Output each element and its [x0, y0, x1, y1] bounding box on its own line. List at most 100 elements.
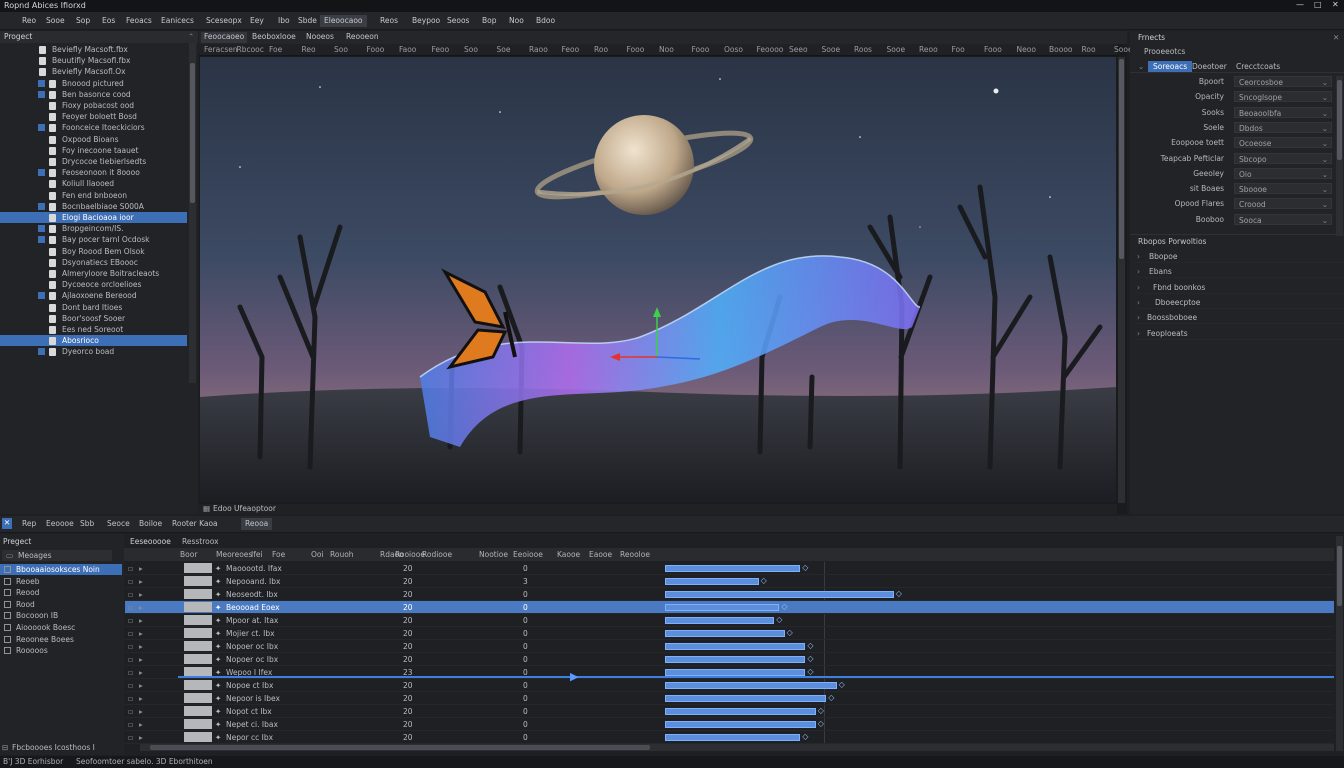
- timeline-row-num[interactable]: 0: [523, 707, 528, 716]
- row-expand-icon[interactable]: ▸: [139, 681, 143, 690]
- timeline-row-num[interactable]: 0: [523, 655, 528, 664]
- close-button[interactable]: ✕: [1332, 0, 1339, 9]
- timeline-clip-bar[interactable]: [665, 734, 801, 741]
- timeline-column-header[interactable]: Reooloe: [620, 550, 650, 559]
- timeline-column-header[interactable]: Foe: [272, 550, 285, 559]
- effects-tab-active[interactable]: Soreoacs: [1148, 61, 1193, 72]
- row-expand-icon[interactable]: ▸: [139, 694, 143, 703]
- timeline-clip-bar[interactable]: [665, 721, 816, 728]
- dropdown-icon[interactable]: ⌄: [1322, 185, 1328, 194]
- property-value-field[interactable]: Ocoeose ⌄: [1234, 137, 1332, 149]
- property-value-field[interactable]: Oio ⌄: [1234, 167, 1332, 179]
- timeline-row-num[interactable]: 0: [523, 681, 528, 690]
- timeline-row-value[interactable]: 20: [403, 564, 413, 573]
- timeline-clip-bar[interactable]: [665, 643, 806, 650]
- chevron-right-icon[interactable]: ›: [1137, 313, 1140, 322]
- tree-item[interactable]: Foy inecoone taauet: [0, 145, 187, 156]
- timeline-row-value[interactable]: 20: [403, 642, 413, 651]
- timeline-row[interactable]: ▫ ▸ ✦ Nepoor is Ibex 20 0 ◇: [125, 692, 1334, 705]
- timeline-row-num[interactable]: 0: [523, 629, 528, 638]
- property-value-field[interactable]: Beoaoolbfa ⌄: [1234, 106, 1332, 118]
- chevron-right-icon[interactable]: ›: [1137, 283, 1140, 292]
- bottom-tab[interactable]: Eeoooe: [42, 518, 78, 530]
- timeline-row-num[interactable]: 0: [523, 694, 528, 703]
- chevron-right-icon[interactable]: ›: [1137, 298, 1140, 307]
- keyframe-icon[interactable]: ◇: [802, 563, 808, 572]
- row-lock-icon[interactable]: ▫: [128, 707, 133, 716]
- bottom-tab-active[interactable]: Reooa: [241, 518, 273, 530]
- dropdown-icon[interactable]: ⌄: [1322, 93, 1328, 102]
- timeline-clip-bar[interactable]: [665, 682, 837, 689]
- effects-close-icon[interactable]: ✕: [1333, 33, 1339, 42]
- layer-item[interactable]: Aioooook Boesc: [0, 622, 122, 633]
- bottom-tab[interactable]: Sbb: [76, 518, 98, 530]
- menu-item[interactable]: Bdoo: [532, 15, 559, 27]
- viewport-tab[interactable]: Beoboxlooe: [249, 32, 299, 43]
- timeline-column-header[interactable]: Rouoh: [330, 550, 354, 559]
- menu-item[interactable]: Sbde: [294, 15, 321, 27]
- tree-item[interactable]: Ben basonce cood: [0, 89, 187, 100]
- row-expand-icon[interactable]: ▸: [139, 590, 143, 599]
- row-expand-icon[interactable]: ▸: [139, 616, 143, 625]
- timeline-column-header[interactable]: Nootioe: [479, 550, 508, 559]
- dropdown-icon[interactable]: ⌄: [1322, 170, 1328, 179]
- timeline-row-selected[interactable]: ▫ ▸ ✦ Beoooad Eoex 20 0 ◇: [125, 601, 1334, 614]
- keyframe-icon[interactable]: ◇: [787, 628, 793, 637]
- menu-item-active[interactable]: Eleoocaoo: [320, 15, 367, 27]
- effects-section[interactable]: › Boossboboee: [1133, 311, 1344, 324]
- layer-item[interactable]: Reoeb: [0, 576, 122, 587]
- checkbox-icon[interactable]: [38, 225, 45, 233]
- timeline-column-header[interactable]: Eaooe: [589, 550, 612, 559]
- dropdown-icon[interactable]: ⌄: [1322, 139, 1328, 148]
- tree-item[interactable]: Feoyer boloett Bosd: [0, 111, 187, 122]
- checkbox-icon[interactable]: [38, 292, 45, 300]
- tree-item[interactable]: Ees ned Soreoot: [0, 324, 187, 335]
- layer-item[interactable]: Rooooos: [0, 645, 122, 656]
- scrollbar-thumb[interactable]: [1337, 80, 1342, 160]
- timeline-row-num[interactable]: 0: [523, 733, 528, 742]
- menu-item[interactable]: Feoacs: [122, 15, 156, 27]
- timeline-row[interactable]: ▫ ▸ ✦ Nopot ct Ibx 20 0 ◇: [125, 705, 1334, 718]
- row-lock-icon[interactable]: ▫: [128, 642, 133, 651]
- tree-item[interactable]: Ajlaoxoene Bereood: [0, 290, 187, 301]
- timeline-row-value[interactable]: 20: [403, 629, 413, 638]
- row-lock-icon[interactable]: ▫: [128, 577, 133, 586]
- layer-item[interactable]: Bocooon IB: [0, 610, 122, 621]
- keyframe-icon[interactable]: ◇: [807, 641, 813, 650]
- keyframe-icon[interactable]: ◇: [807, 654, 813, 663]
- row-expand-icon[interactable]: ▸: [139, 655, 143, 664]
- keyframe-icon[interactable]: ◇: [807, 667, 813, 676]
- effects-section[interactable]: › Ebans: [1133, 265, 1344, 278]
- effects-section[interactable]: › Feoploeats: [1133, 327, 1344, 340]
- tree-item[interactable]: Dsyonatiecs EBoooc: [0, 257, 187, 268]
- menu-item[interactable]: Sceseopx: [202, 15, 246, 27]
- tree-item[interactable]: Feoseonoon it 8oooo: [0, 167, 187, 178]
- menu-item[interactable]: Ibo: [274, 15, 294, 27]
- dropdown-icon[interactable]: ⌄: [1322, 124, 1328, 133]
- effects-scrollbar[interactable]: [1336, 76, 1343, 236]
- timeline-clip-bar[interactable]: [665, 656, 806, 663]
- tree-item[interactable]: Dyeorco boad: [0, 346, 187, 357]
- timeline-clip-bar[interactable]: [665, 630, 785, 637]
- chevron-right-icon[interactable]: ›: [1137, 252, 1140, 261]
- layers-footer-icon[interactable]: ⊟: [2, 743, 8, 752]
- timeline-hscroll[interactable]: [140, 744, 1334, 751]
- row-lock-icon[interactable]: ▫: [128, 733, 133, 742]
- effects-tab[interactable]: Crecctcoats: [1236, 62, 1280, 71]
- row-lock-icon[interactable]: ▫: [128, 590, 133, 599]
- layer-item[interactable]: Reoonee Boees: [0, 634, 122, 645]
- property-value-field[interactable]: Sboooe ⌄: [1234, 183, 1332, 195]
- timeline-clip-bar[interactable]: [665, 565, 801, 572]
- row-expand-icon[interactable]: ▸: [139, 629, 143, 638]
- timeline-column-header[interactable]: Eeoiooe: [513, 550, 543, 559]
- viewport-tab[interactable]: Nooeos: [303, 32, 337, 43]
- timeline-clip-bar[interactable]: [665, 617, 775, 624]
- timeline-row-value[interactable]: 20: [403, 720, 413, 729]
- tree-item-selected[interactable]: Abosrioco: [0, 335, 187, 347]
- timeline-row-value[interactable]: 20: [403, 616, 413, 625]
- tree-item[interactable]: Beuutifly Macsofl.fbx: [0, 55, 187, 66]
- tree-item[interactable]: Fioxy pobacost ood: [0, 100, 187, 111]
- timeline-column-header[interactable]: Boor: [180, 550, 197, 559]
- timeline-scrollbar[interactable]: [1336, 536, 1343, 751]
- timeline-row[interactable]: ▫ ▸ ✦ Mpoor at. Itax 20 0 ◇: [125, 614, 1334, 627]
